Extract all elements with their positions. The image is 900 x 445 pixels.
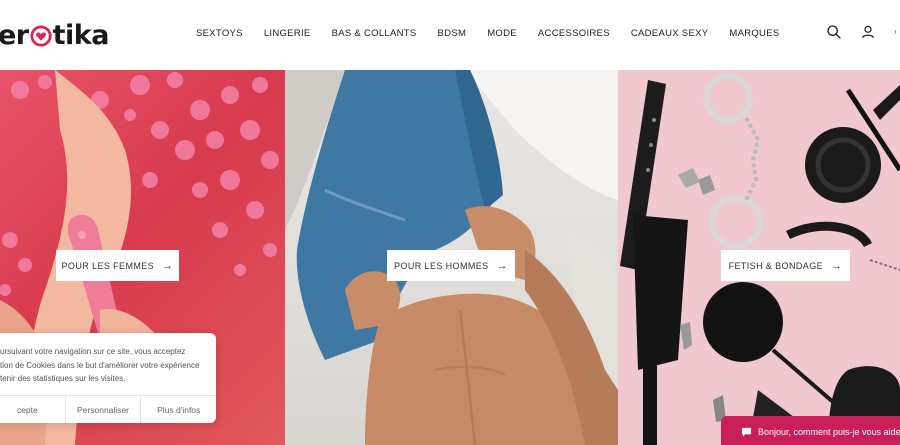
chat-bubble-icon <box>741 427 752 437</box>
category-panel-men[interactable]: POUR LES HOMMES → <box>285 70 618 445</box>
main-nav: SEXTOYS LINGERIE BAS & COLLANTS BDSM MOD… <box>196 28 780 39</box>
cookie-consent-text: ursuivant votre navigation sur ce site, … <box>0 345 210 386</box>
nav-item-lingerie[interactable]: LINGERIE <box>264 28 311 39</box>
cookie-consent-actions: cepte Personnaliser Plus d'infos <box>0 395 216 423</box>
cookie-text-line: ursuivant votre navigation sur ce site, … <box>0 347 186 356</box>
arrow-right-icon: → <box>496 259 508 272</box>
nav-item-marques[interactable]: MARQUES <box>729 28 779 39</box>
logo-text-left: er <box>0 19 29 51</box>
search-icon[interactable] <box>826 24 842 40</box>
nav-item-accessoires[interactable]: ACCESSOIRES <box>538 28 610 39</box>
nav-item-bas-collants[interactable]: BAS & COLLANTS <box>332 28 417 39</box>
arrow-right-icon: → <box>162 259 174 272</box>
cookie-consent-banner: ursuivant votre navigation sur ce site, … <box>0 333 216 423</box>
cookie-text-line: tion de Cookies dans le but d'améliorer … <box>0 360 200 370</box>
cookie-customize-button[interactable]: Personnaliser <box>66 396 142 423</box>
nav-item-sextoys[interactable]: SEXTOYS <box>196 28 243 39</box>
women-cta-button[interactable]: POUR LES FEMMES → <box>56 250 179 281</box>
nav-item-bdsm[interactable]: BDSM <box>438 28 467 39</box>
nav-item-cadeaux-sexy[interactable]: CADEAUX SEXY <box>631 28 709 39</box>
header-actions <box>826 24 900 40</box>
nav-item-mode[interactable]: MODE <box>487 28 517 39</box>
arrow-right-icon: → <box>831 259 843 272</box>
brand-logo[interactable]: er tika <box>0 18 109 52</box>
heart-logo-icon <box>30 25 52 47</box>
user-icon[interactable] <box>860 24 876 40</box>
cart-icon[interactable] <box>894 24 900 40</box>
logo-text-right: tika <box>52 19 110 51</box>
chat-widget-button[interactable]: Bonjour, comment puis-je vous aide <box>721 416 900 445</box>
fetish-cta-button[interactable]: FETISH & BONDAGE → <box>721 250 850 281</box>
cookie-text-line: tenir des statistiques sur les visites. <box>0 374 126 383</box>
category-panel-fetish[interactable]: FETISH & BONDAGE → <box>618 70 900 445</box>
fetish-cta-label: FETISH & BONDAGE <box>728 260 823 271</box>
men-cta-label: POUR LES HOMMES <box>394 260 489 271</box>
chat-widget-label: Bonjour, comment puis-je vous aide <box>758 427 900 437</box>
site-header: er tika SEXTOYS LINGERIE BAS & COLLANTS … <box>0 0 900 70</box>
men-cta-button[interactable]: POUR LES HOMMES → <box>387 250 515 281</box>
cookie-accept-button[interactable]: cepte <box>0 396 66 423</box>
cookie-more-info-button[interactable]: Plus d'infos <box>141 396 216 423</box>
women-cta-label: POUR LES FEMMES <box>61 260 155 271</box>
